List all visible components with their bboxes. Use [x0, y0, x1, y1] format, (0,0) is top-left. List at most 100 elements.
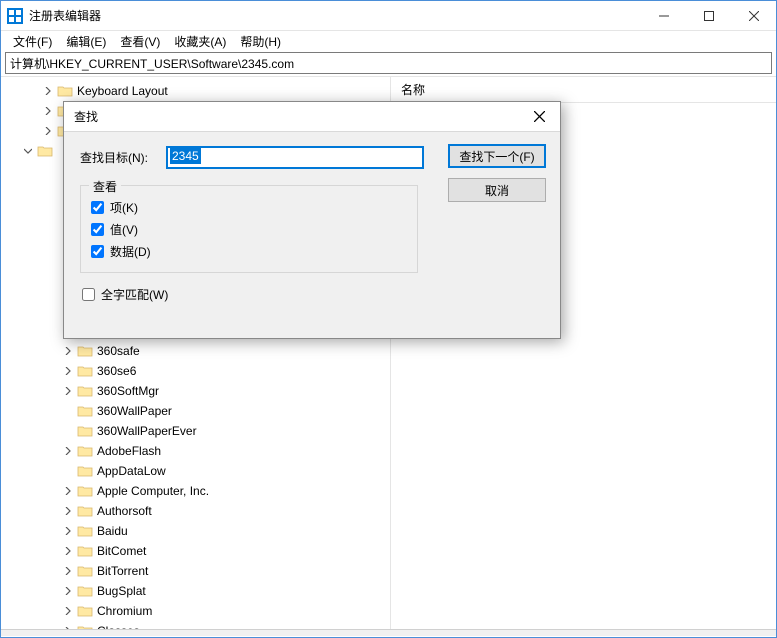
chevron-icon[interactable]: [61, 384, 75, 398]
menu-file[interactable]: 文件(F): [7, 31, 58, 52]
app-title: 注册表编辑器: [29, 7, 641, 24]
chevron-icon[interactable]: [41, 124, 55, 138]
checkbox-data-label: 数据(D): [110, 243, 151, 260]
chevron-icon[interactable]: [61, 584, 75, 598]
tree-item-label: Classes: [97, 624, 140, 629]
folder-icon: [77, 464, 93, 478]
chevron-icon[interactable]: [61, 484, 75, 498]
folder-icon: [77, 604, 93, 618]
address-bar[interactable]: 计算机\HKEY_CURRENT_USER\Software\2345.com: [5, 52, 772, 74]
tree-item[interactable]: BugSplat: [21, 581, 390, 601]
tree-item[interactable]: Apple Computer, Inc.: [21, 481, 390, 501]
checkbox-fullmatch[interactable]: [82, 288, 95, 301]
checkbox-keys-row: 项(K): [91, 196, 407, 218]
dialog-title: 查找: [74, 108, 518, 125]
tree-item-label: Baidu: [97, 524, 128, 538]
regedit-app-icon: [7, 8, 23, 24]
column-header-name[interactable]: 名称: [391, 77, 776, 103]
folder-icon: [57, 84, 73, 98]
tree-item[interactable]: 360WallPaperEver: [21, 421, 390, 441]
dialog-body: 查找目标(N): 2345 查看 项(K) 值(V) 数据(D) 全字: [64, 132, 560, 315]
chevron-icon[interactable]: [41, 84, 55, 98]
folder-icon: [77, 484, 93, 498]
folder-icon: [77, 584, 93, 598]
titlebar: 注册表编辑器: [1, 1, 776, 31]
lookat-groupbox: 查看 项(K) 值(V) 数据(D): [80, 185, 418, 273]
chevron-icon[interactable]: [61, 564, 75, 578]
chevron-icon[interactable]: [61, 344, 75, 358]
tree-item[interactable]: 360SoftMgr: [21, 381, 390, 401]
chevron-icon[interactable]: [61, 624, 75, 629]
folder-icon: [77, 544, 93, 558]
find-next-button[interactable]: 查找下一个(F): [448, 144, 546, 168]
tree-item-label: 360WallPaperEver: [97, 424, 197, 438]
folder-icon: [77, 524, 93, 538]
find-target-label: 查找目标(N):: [80, 149, 158, 166]
tree-item-label: Authorsoft: [97, 504, 152, 518]
folder-icon: [77, 424, 93, 438]
checkbox-data[interactable]: [91, 245, 104, 258]
folder-icon: [77, 624, 93, 629]
close-button[interactable]: [731, 1, 776, 30]
folder-icon: [77, 564, 93, 578]
tree-item[interactable]: BitComet: [21, 541, 390, 561]
tree-item-label: AdobeFlash: [97, 444, 161, 458]
dialog-buttons: 查找下一个(F) 取消: [448, 144, 546, 202]
chevron-icon[interactable]: [61, 504, 75, 518]
cancel-button[interactable]: 取消: [448, 178, 546, 202]
checkbox-keys-label: 项(K): [110, 199, 138, 216]
tree-item[interactable]: Classes: [21, 621, 390, 629]
tree-item[interactable]: Chromium: [21, 601, 390, 621]
tree-item-label: BitComet: [97, 544, 146, 558]
tree-item[interactable]: BitTorrent: [21, 561, 390, 581]
chevron-icon[interactable]: [61, 544, 75, 558]
chevron-icon[interactable]: [41, 104, 55, 118]
checkbox-keys[interactable]: [91, 201, 104, 214]
checkbox-fullmatch-label: 全字匹配(W): [101, 286, 168, 303]
menubar: 文件(F) 编辑(E) 查看(V) 收藏夹(A) 帮助(H): [1, 31, 776, 51]
checkbox-values[interactable]: [91, 223, 104, 236]
folder-icon: [77, 384, 93, 398]
menu-help[interactable]: 帮助(H): [234, 31, 287, 52]
tree-item[interactable]: 360safe: [21, 341, 390, 361]
find-input[interactable]: [166, 146, 424, 169]
dialog-titlebar[interactable]: 查找: [64, 102, 560, 132]
tree-item[interactable]: 360WallPaper: [21, 401, 390, 421]
lookat-legend: 查看: [89, 178, 121, 195]
menu-edit[interactable]: 编辑(E): [60, 31, 112, 52]
folder-icon: [77, 364, 93, 378]
tree-item-label: BitTorrent: [97, 564, 148, 578]
checkbox-values-label: 值(V): [110, 221, 138, 238]
tree-item-label: Keyboard Layout: [77, 84, 168, 98]
tree-item[interactable]: Authorsoft: [21, 501, 390, 521]
maximize-button[interactable]: [686, 1, 731, 30]
tree-item[interactable]: Keyboard Layout: [21, 81, 390, 101]
dialog-close-button[interactable]: [518, 102, 560, 131]
statusbar: [1, 629, 776, 636]
tree-item-label: BugSplat: [97, 584, 146, 598]
tree-item[interactable]: AppDataLow: [21, 461, 390, 481]
window-controls: [641, 1, 776, 30]
tree-item-label: AppDataLow: [97, 464, 166, 478]
folder-icon: [37, 144, 53, 158]
folder-icon: [77, 444, 93, 458]
menu-view[interactable]: 查看(V): [114, 31, 166, 52]
menu-favorites[interactable]: 收藏夹(A): [168, 31, 232, 52]
chevron-icon[interactable]: [61, 444, 75, 458]
chevron-icon[interactable]: [61, 364, 75, 378]
tree-item-label: 360WallPaper: [97, 404, 172, 418]
folder-icon: [77, 344, 93, 358]
folder-icon: [77, 404, 93, 418]
tree-item-label: Chromium: [97, 604, 152, 618]
tree-item-label: Apple Computer, Inc.: [97, 484, 209, 498]
chevron-icon[interactable]: [61, 604, 75, 618]
chevron-down-icon[interactable]: [21, 144, 35, 158]
tree-item[interactable]: 360se6: [21, 361, 390, 381]
tree-item[interactable]: AdobeFlash: [21, 441, 390, 461]
chevron-icon[interactable]: [61, 524, 75, 538]
find-dialog: 查找 查找目标(N): 2345 查看 项(K) 值(V) 数据: [63, 101, 561, 339]
tree-item-label: 360safe: [97, 344, 140, 358]
tree-item[interactable]: Baidu: [21, 521, 390, 541]
minimize-button[interactable]: [641, 1, 686, 30]
tree-item-label: 360SoftMgr: [97, 384, 159, 398]
